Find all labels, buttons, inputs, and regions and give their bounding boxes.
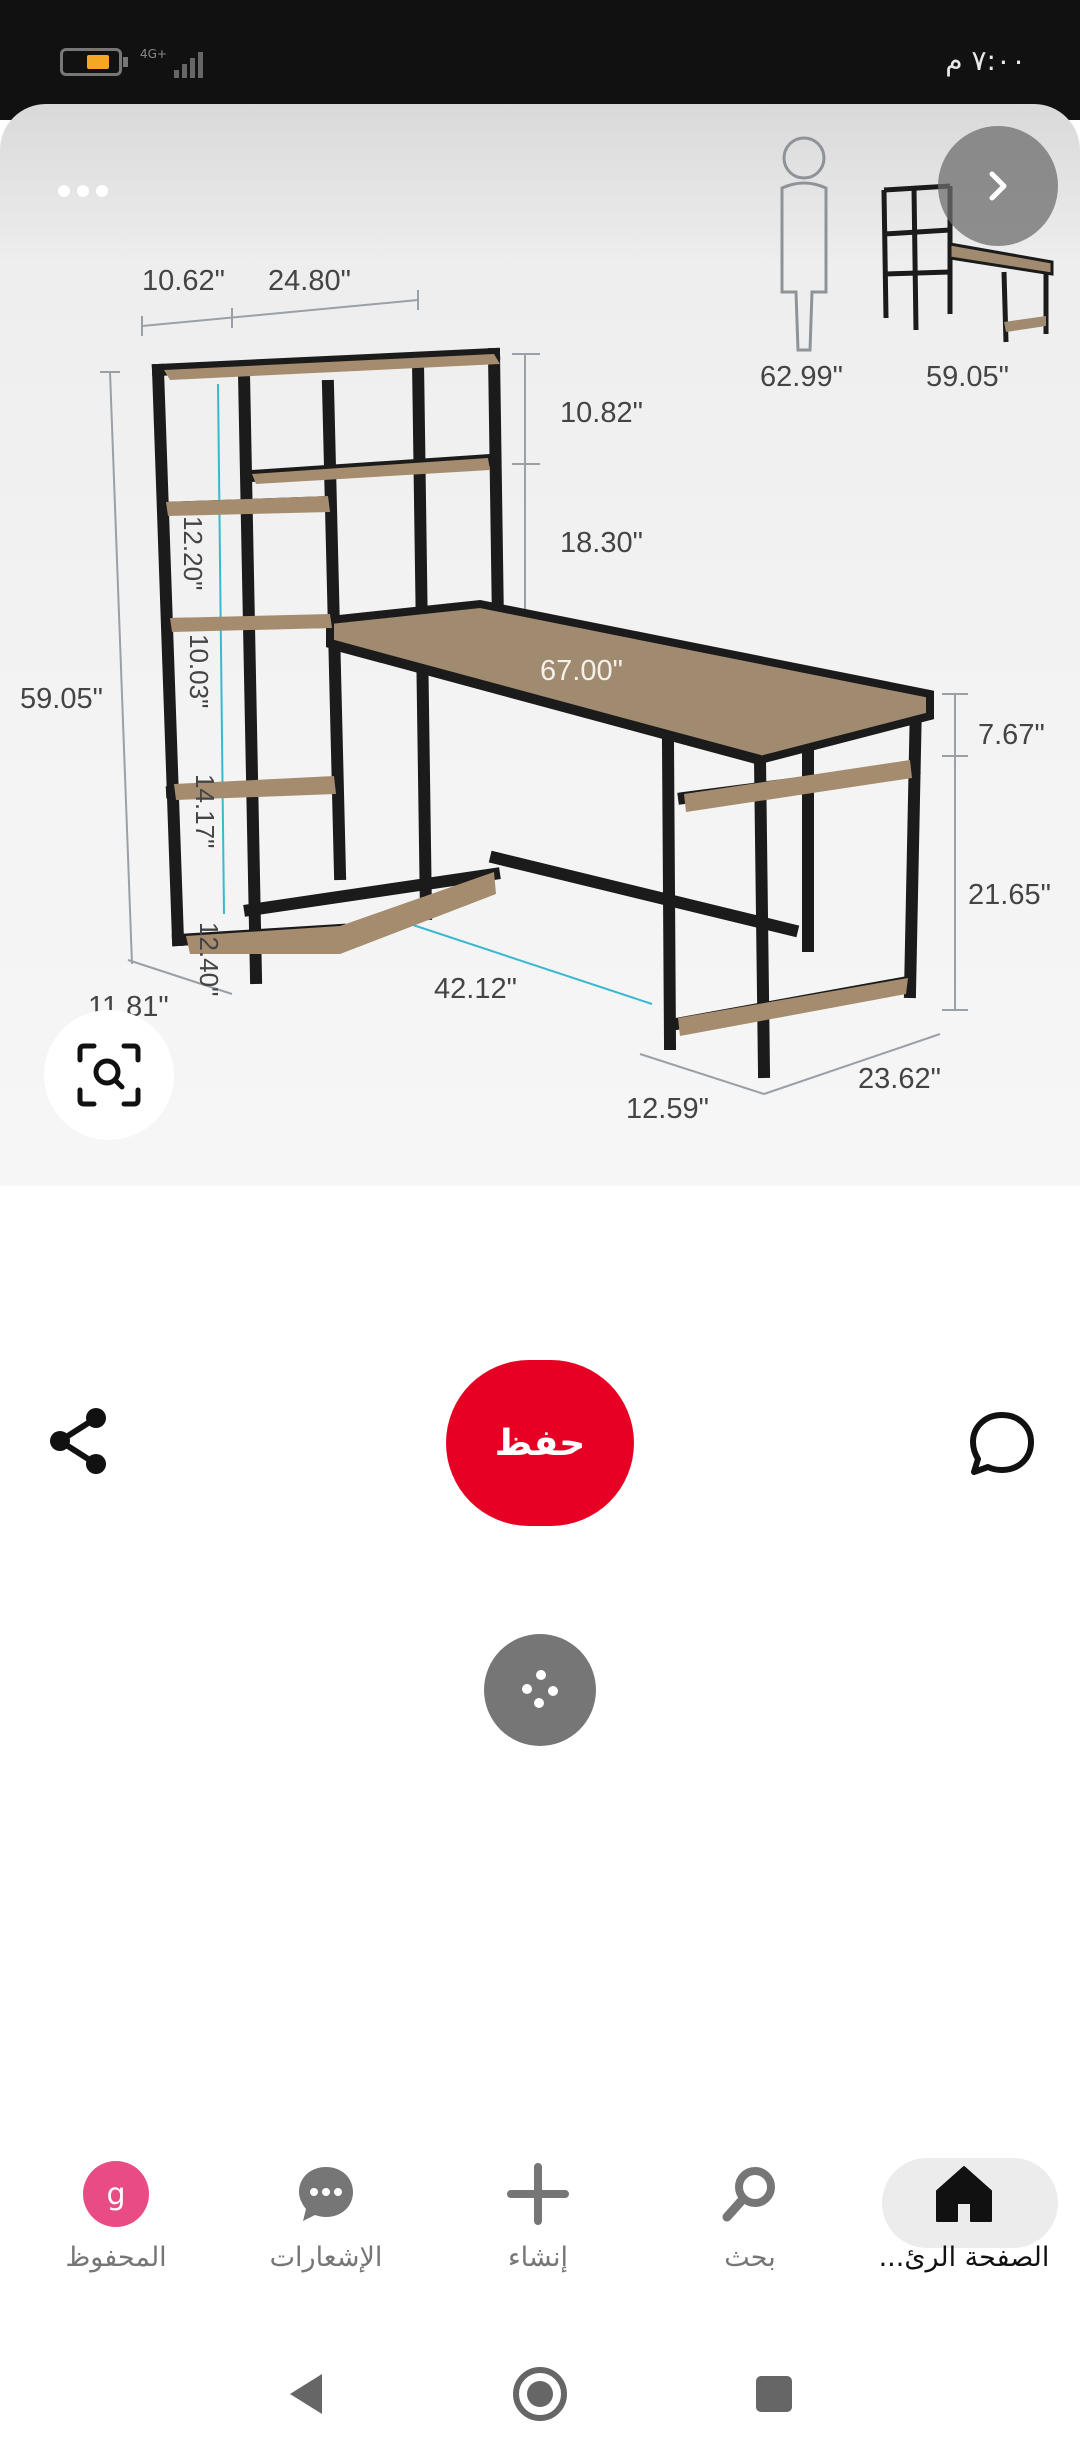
- system-home-button[interactable]: [500, 2354, 580, 2434]
- network-type: 4G+: [140, 47, 167, 61]
- dot-icon: [77, 185, 89, 197]
- battery-icon: [60, 48, 128, 76]
- dim-person-height: 62.99": [760, 361, 843, 393]
- nav-label-notifications: الإشعارات: [269, 2242, 383, 2273]
- pin-image-card[interactable]: 10.62" 24.80" 10.82" 18.30" 59.05" 67.00…: [0, 104, 1080, 1186]
- nav-item-saved[interactable]: g المحفوظ: [16, 2140, 216, 2290]
- dot-icon: [58, 185, 70, 197]
- chevron-right-icon: [989, 171, 1007, 201]
- dim-bottom-right-1: 12.59": [626, 1093, 709, 1125]
- system-back-button[interactable]: [266, 2354, 346, 2434]
- nav-item-create[interactable]: إنشاء: [438, 2140, 638, 2290]
- dim-desk-depth: 42.12": [434, 973, 517, 1005]
- system-navigation-bar: [0, 2330, 1080, 2460]
- more-options-button[interactable]: [40, 164, 126, 218]
- dim-shelf-3: 14.17": [190, 774, 220, 848]
- dim-upper-right-2: 18.30": [560, 527, 643, 559]
- chat-bubble-icon: [299, 2167, 353, 2221]
- nav-label-create: إنشاء: [507, 2242, 569, 2273]
- nav-label-home: الصفحة الرئ...: [878, 2242, 1050, 2273]
- profile-avatar: g: [83, 2161, 149, 2227]
- dim-upper-right-1: 10.82": [560, 397, 643, 429]
- dim-right-upper: 7.67": [978, 719, 1045, 751]
- dim-right-lower: 21.65": [968, 879, 1051, 911]
- bottom-navigation: g المحفوظ الإشعارات إنشاء بحث الصفحة الر…: [0, 2140, 1080, 2290]
- dim-desk-length: 67.00": [540, 655, 623, 687]
- home-icon: [936, 2166, 992, 2222]
- next-arrow-button[interactable]: [938, 126, 1058, 246]
- home-circle-icon: [513, 2367, 567, 2421]
- back-triangle-icon: [290, 2374, 322, 2414]
- dim-top-left: 10.62": [142, 265, 225, 297]
- nav-item-home[interactable]: الصفحة الرئ...: [864, 2140, 1064, 2290]
- dim-shelf-4: 12.40": [194, 922, 224, 996]
- status-time: ٧:٠٠ م: [945, 44, 1026, 77]
- search-icon: [722, 2167, 775, 2222]
- dim-shelf-1: 12.20": [178, 516, 208, 590]
- status-bar: 4G+ ٧:٠٠ م: [0, 0, 1080, 120]
- dim-thumb-height: 59.05": [926, 361, 1009, 393]
- more-ideas-button[interactable]: [484, 1634, 596, 1746]
- desk-diagram-image: 10.62" 24.80" 10.82" 18.30" 59.05" 67.00…: [20, 136, 1054, 1125]
- recents-square-icon: [756, 2376, 792, 2412]
- nav-item-notifications[interactable]: الإشعارات: [226, 2140, 426, 2290]
- nav-label-saved: المحفوظ: [65, 2242, 167, 2273]
- lens-search-icon: [77, 1043, 141, 1107]
- comment-bubble-icon: [970, 1412, 1034, 1475]
- dim-bottom-right-2: 23.62": [858, 1063, 941, 1095]
- dim-top-right: 24.80": [268, 265, 351, 297]
- plus-icon: [507, 2163, 569, 2225]
- nav-item-search[interactable]: بحث: [650, 2140, 850, 2290]
- dim-shelf-2: 10.03": [184, 634, 214, 708]
- system-recents-button[interactable]: [734, 2354, 814, 2434]
- comment-button[interactable]: [956, 1398, 1048, 1490]
- dot-icon: [96, 185, 108, 197]
- save-button[interactable]: حفظ: [446, 1360, 634, 1526]
- share-icon: [50, 1408, 106, 1474]
- dots-cluster-icon: [522, 1670, 558, 1708]
- nav-label-search: بحث: [724, 2242, 776, 2273]
- share-button[interactable]: [36, 1398, 122, 1484]
- dim-total-height: 59.05": [20, 683, 103, 715]
- visual-search-button[interactable]: [44, 1010, 174, 1140]
- signal-icon: 4G+: [140, 47, 203, 78]
